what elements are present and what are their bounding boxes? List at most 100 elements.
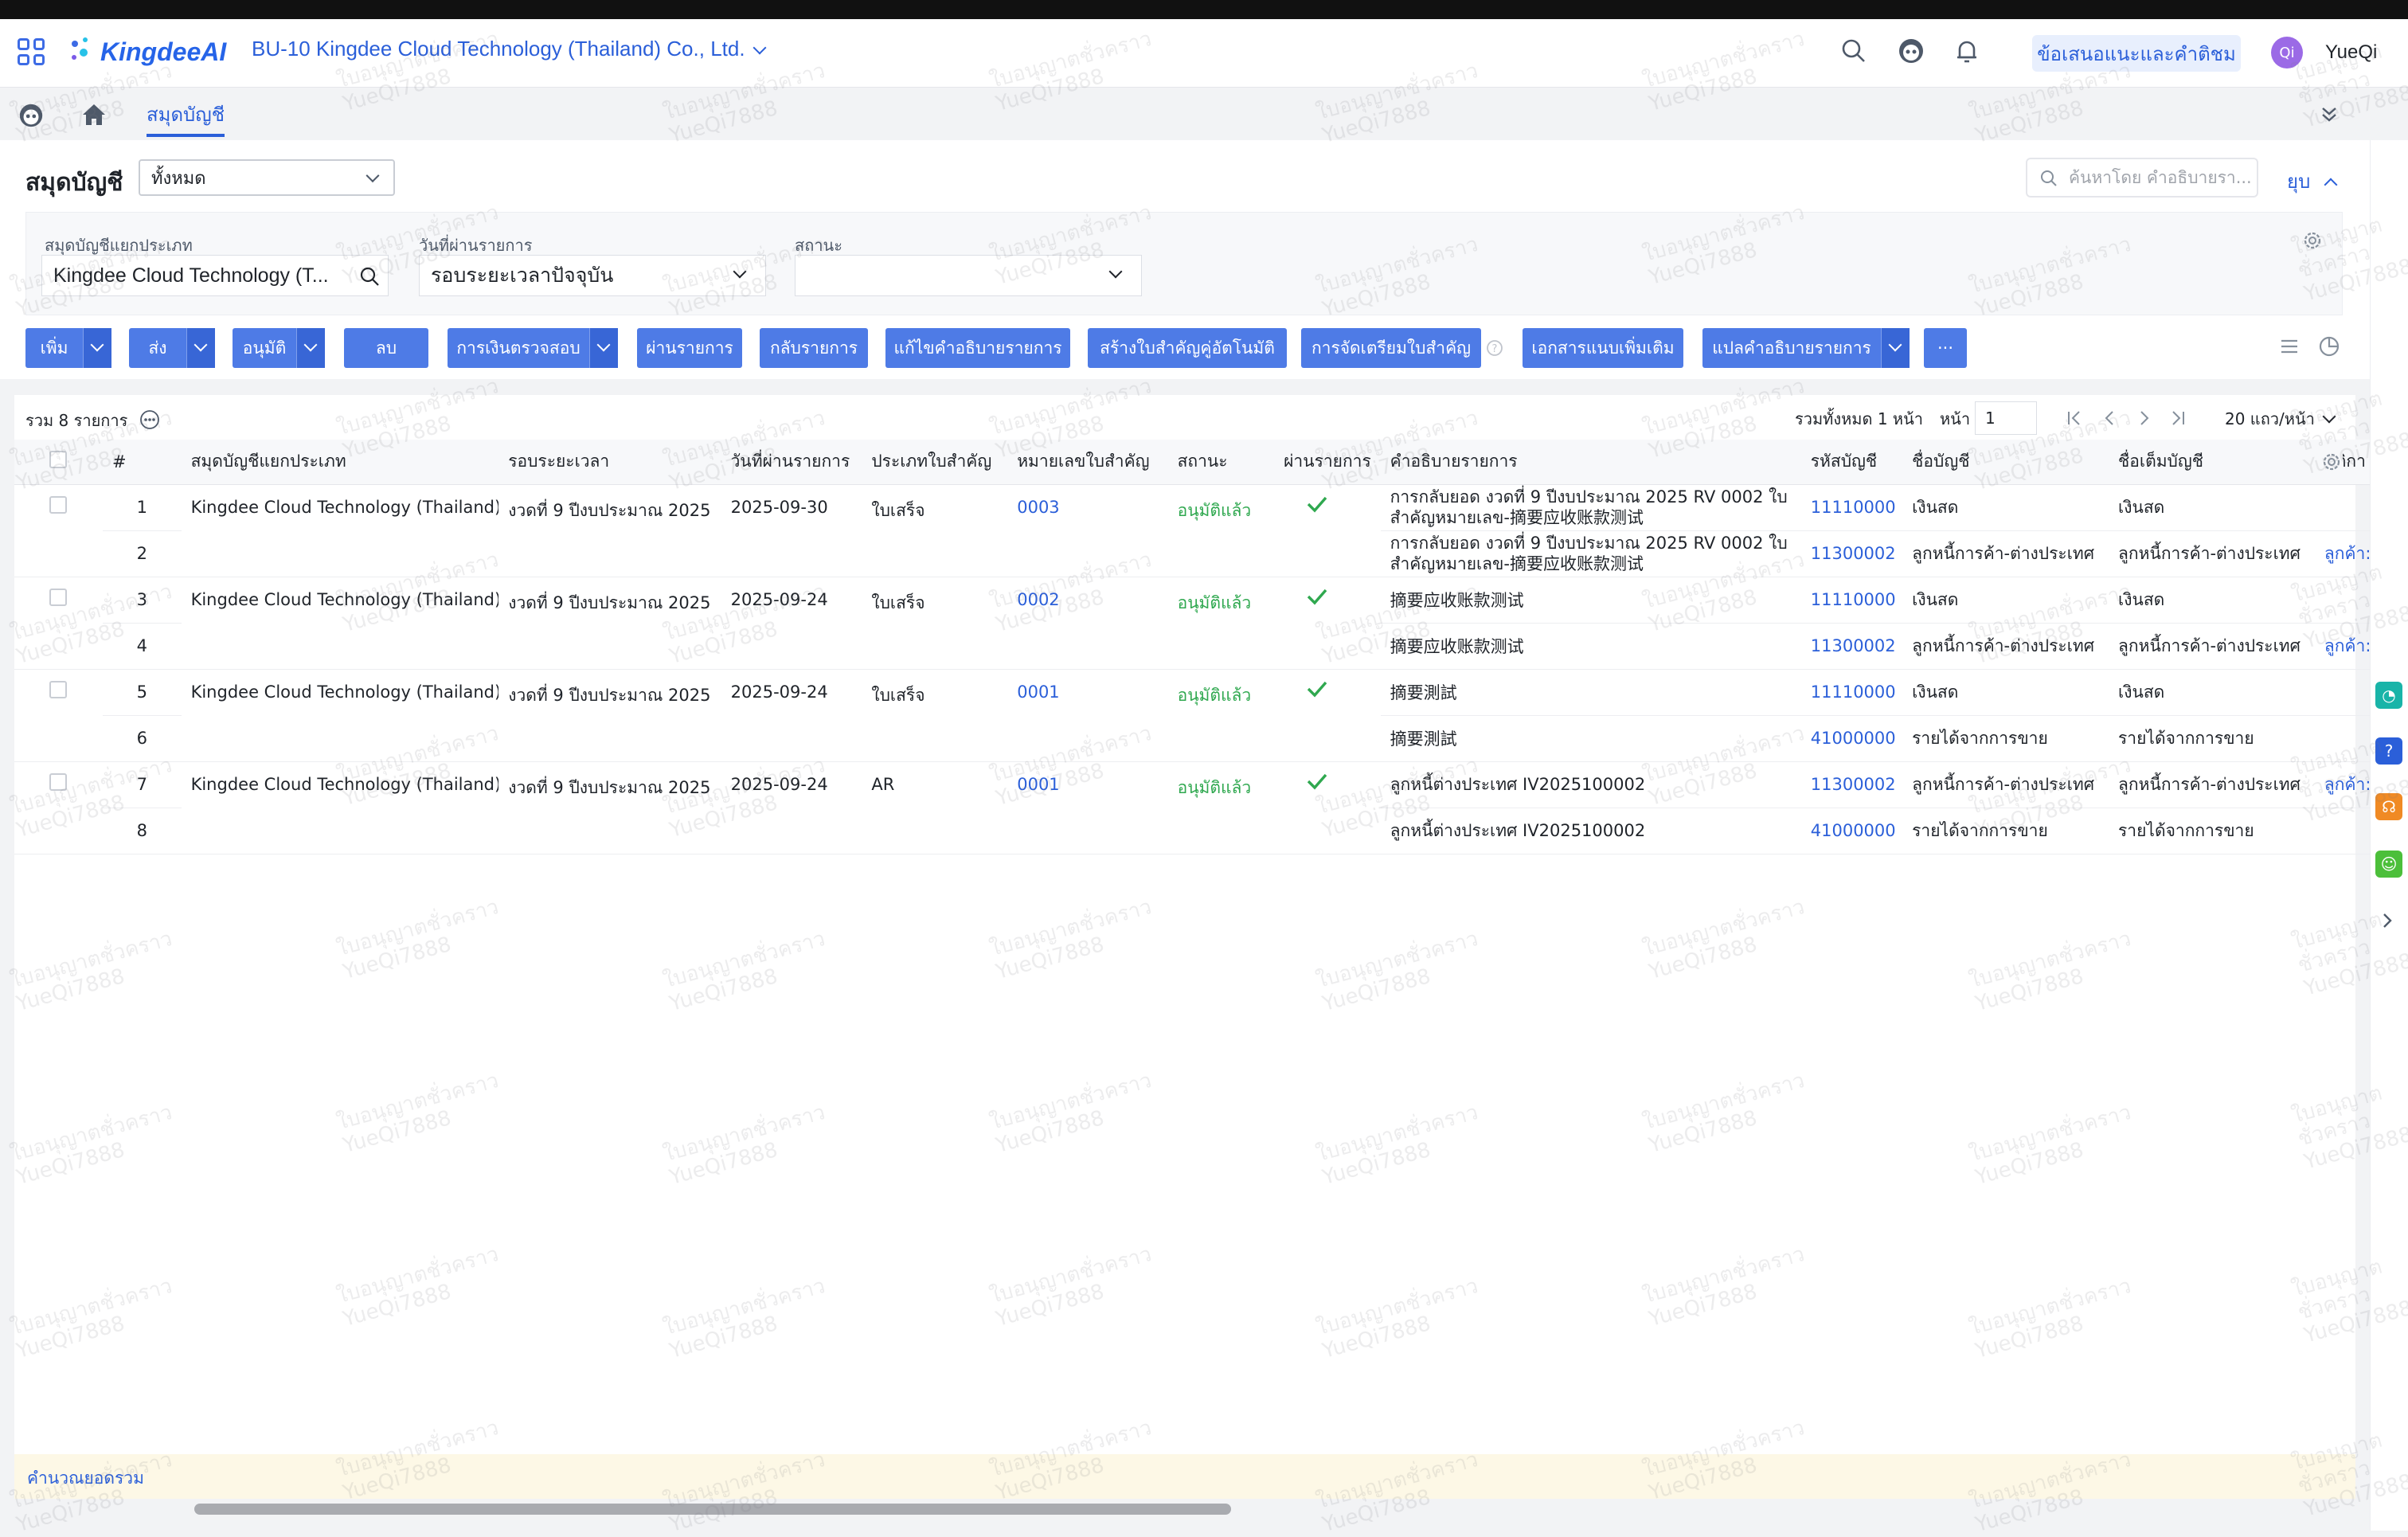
home-icon[interactable] [80,100,108,129]
row-checkbox-cell[interactable] [14,577,103,670]
row-checkbox[interactable] [49,495,68,514]
post-date-cell: 2025-09-24 [721,761,862,855]
table-row[interactable]: 5 Kingdee Cloud Technology (Thailand) งว… [14,669,2403,762]
notification-bell-icon[interactable] [1953,37,1981,65]
column-settings-gear-icon[interactable] [2320,451,2343,473]
ledger-filter-input[interactable]: Kingdee Cloud Technology (T... [41,255,389,296]
filter-settings-gear-icon[interactable] [2301,229,2324,252]
unpost-button[interactable]: กลับรายการ [760,328,868,368]
tab-ledger[interactable]: สมุดบัญชี [147,99,225,130]
translate-description-button[interactable]: แปลคำอธิบายรายการ [1702,328,1910,368]
assistant-chat-icon[interactable]: ◔ [2375,682,2402,709]
next-page-icon[interactable] [2134,408,2155,428]
account-code-link[interactable]: 11300002 [1800,761,1903,808]
double-chevron-down-icon[interactable] [2317,102,2341,126]
feedback-smile-icon[interactable]: ☺ [2375,851,2402,878]
row-checkbox[interactable] [49,588,68,606]
col-header-ledger[interactable]: สมุดบัญชีแยกประเภท [181,440,499,485]
col-header-account-name[interactable]: ชื่อบัญชี [1902,440,2109,485]
help-icon[interactable]: ? [2375,737,2402,765]
delete-button[interactable]: ลบ [344,328,428,368]
account-code-link[interactable]: 11110000 [1800,669,1903,716]
more-options-icon[interactable] [139,409,160,430]
col-header-account-fullname[interactable]: ชื่อเต็มบัญชี [2109,440,2315,485]
cash-check-dropdown-icon[interactable] [589,328,618,368]
submit-button[interactable]: ส่ง [129,328,215,368]
select-all-checkbox[interactable] [49,451,68,469]
rows-per-page-select[interactable]: 20 แถว/หน้า [2225,406,2336,432]
chevron-down-icon [733,264,747,279]
search-icon[interactable] [359,266,380,287]
account-code-link[interactable]: 41000000 [1800,715,1903,762]
calculate-total-link[interactable]: คำนวณยอดรวม [27,1465,144,1492]
status-filter-select[interactable] [795,255,1142,296]
assistant-robot-icon[interactable] [18,102,45,129]
help-circle-icon[interactable]: ? [1486,339,1503,357]
scope-select[interactable]: ทั้งหมด [139,159,395,196]
page-number-input[interactable]: 1 [1975,401,2037,435]
horizontal-scrollbar[interactable] [194,1504,1231,1515]
account-code-link[interactable]: 41000000 [1800,808,1903,855]
account-code-link[interactable]: 11110000 [1800,484,1903,531]
collapse-filters-button[interactable]: ยุบ [2287,166,2338,197]
voucher-number-link[interactable]: 0003 [1007,484,1168,577]
app-grid-icon[interactable] [18,38,45,65]
assistant-robot-icon[interactable] [1897,37,1925,65]
table-row[interactable]: 7 Kingdee Cloud Technology (Thailand) งว… [14,761,2403,855]
account-code-link[interactable]: 11300002 [1800,530,1903,577]
col-header-no[interactable]: # [102,440,182,485]
feedback-button[interactable]: ข้อเสนอแนะและคำติชม [2032,35,2241,72]
post-button[interactable]: ผ่านรายการ [637,328,742,368]
col-header-account-code[interactable]: รหัสบัญชี [1800,440,1903,485]
add-button[interactable]: เพิ่ม [25,328,111,368]
first-page-icon[interactable] [2064,408,2085,428]
select-all-checkbox-cell[interactable] [14,440,103,485]
period-cell: งวดที่ 9 ปีงบประมาณ 2025 [498,484,721,577]
edit-description-button[interactable]: แก้ไขคำอธิบายรายการ [885,328,1070,368]
account-code-link[interactable]: 11300002 [1800,623,1903,670]
row-checkbox[interactable] [49,680,68,698]
voucher-number-link[interactable]: 0002 [1007,577,1168,670]
kingdee-logo[interactable]: KingdeeAI [68,32,226,72]
voucher-number-link[interactable]: 0001 [1007,669,1168,762]
username[interactable]: YueQi [2325,41,2377,64]
customer-service-icon[interactable]: ☊ [2375,793,2402,820]
more-actions-button[interactable]: ··· [1924,328,1967,368]
col-header-period[interactable]: รอบระยะเวลา [498,440,721,485]
date-filter-select[interactable]: รอบระยะเวลาปัจจุบัน [419,255,766,296]
col-header-posted[interactable]: ผ่านรายการ [1274,440,1381,485]
attachments-button[interactable]: เอกสารแนบเพิ่มเติม [1523,328,1683,368]
submit-dropdown-icon[interactable] [186,328,215,368]
translate-dropdown-icon[interactable] [1881,328,1910,368]
row-checkbox-cell[interactable] [14,669,103,762]
approve-dropdown-icon[interactable] [296,328,325,368]
add-dropdown-icon[interactable] [83,328,111,368]
last-page-icon[interactable] [2168,408,2188,428]
col-header-voucher-type[interactable]: ประเภทใบสำคัญ [862,440,1008,485]
col-header-status[interactable]: สถานะ [1167,440,1275,485]
table-row[interactable]: 1 Kingdee Cloud Technology (Thailand) งว… [14,484,2403,577]
table-row[interactable]: 3 Kingdee Cloud Technology (Thailand) งว… [14,577,2403,670]
auto-voucher-button[interactable]: สร้างใบสำคัญคู่อัตโนมัติ [1088,328,1287,368]
chevron-right-icon[interactable] [2378,909,2397,932]
prev-page-icon[interactable] [2099,408,2120,428]
row-checkbox-cell[interactable] [14,761,103,855]
search-icon[interactable] [1839,37,1868,65]
submit-label: ส่ง [148,338,167,358]
voucher-number-link[interactable]: 0001 [1007,761,1168,855]
chart-view-icon[interactable] [2317,334,2341,358]
col-header-post-date[interactable]: วันที่ผ่านรายการ [721,440,862,485]
avatar[interactable]: Qi [2271,37,2303,68]
approve-button[interactable]: อนุมัติ [233,328,325,368]
list-view-icon[interactable] [2277,334,2301,358]
arrange-voucher-button[interactable]: การจัดเตรียมใบสำคัญ [1301,328,1481,368]
col-header-description[interactable]: คำอธิบายรายการ [1380,440,1801,485]
account-code-link[interactable]: 11110000 [1800,577,1903,624]
col-header-voucher-number[interactable]: หมายเลขใบสำคัญ [1007,440,1168,485]
totals-footer: คำนวณยอดรวม [14,1454,2355,1499]
cash-check-button[interactable]: การเงินตรวจสอบ [448,328,618,368]
company-switcher[interactable]: BU-10 Kingdee Cloud Technology (Thailand… [252,37,767,61]
search-input[interactable]: ค้นหาโดย คำอธิบายรา... [2026,158,2258,198]
row-checkbox-cell[interactable] [14,484,103,577]
row-checkbox[interactable] [49,772,68,791]
